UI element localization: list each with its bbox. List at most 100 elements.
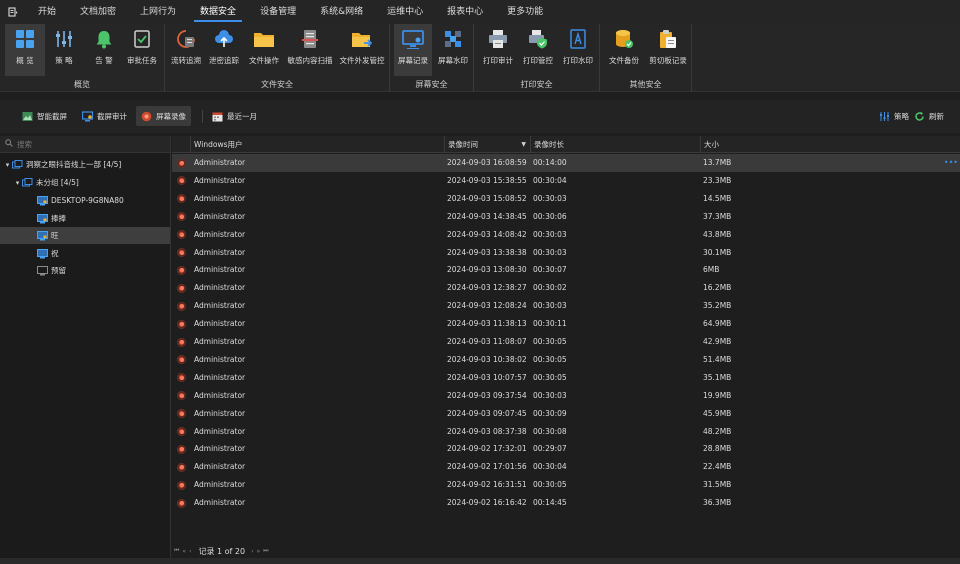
flow-trace-button[interactable]: 流转追溯 [167,24,205,76]
last-page-icon[interactable]: ⏭ [263,547,268,555]
pager: ⏮ « ‹ 记录 1 of 20 › » ⏭ [172,544,960,558]
cell-duration: 00:30:11 [533,319,567,329]
menu-data-security[interactable]: 数据安全 [188,0,248,24]
tree-node-computer[interactable]: DESKTOP-9G8NA80 [0,192,170,209]
cell-time: 2024-09-03 11:08:07 [447,337,527,346]
clipboard-record-button[interactable]: 剪切板记录 [646,24,690,76]
cell-size: 30.1MB [703,247,732,257]
column-header-duration[interactable]: 录像时长 [530,136,700,153]
sensitive-content-scan-button[interactable]: 敏感内容扫描 [283,24,337,76]
next-fast-icon[interactable]: » [257,548,261,555]
app-menu-icon[interactable] [0,0,26,24]
record-icon [177,230,186,240]
menu-system-network[interactable]: 系统&网络 [308,0,375,24]
table-row[interactable]: Administrator 2024-09-02 16:31:51 00:30:05… [172,476,960,494]
column-header-time[interactable]: 录像时间 ▼ [444,136,530,153]
leak-tracking-button[interactable]: 泄密追踪 [205,24,243,76]
ribbon-group-label: 文件安全 [261,80,293,89]
cell-duration: 00:30:09 [533,408,567,418]
cell-size: 51.4MB [703,354,732,364]
date-range-button[interactable]: 最近一月 [207,106,262,126]
menu-more-functions[interactable]: 更多功能 [495,0,555,24]
screen-watermark-button[interactable]: 屏幕水印 [434,24,472,76]
file-operation-button[interactable]: 文件操作 [245,24,283,76]
overview-button[interactable]: 概 览 [5,24,45,76]
tree-node-ungrouped[interactable]: ▾ 未分组 [4/5] [0,174,170,191]
table-row[interactable]: Administrator 2024-09-02 17:32:01 00:29:07… [172,440,960,458]
screen-record-button[interactable]: 屏幕记录 [394,24,432,76]
tree-node-department[interactable]: ▾ 洞察之眼抖音线上一部 [4/5] [0,156,170,173]
cell-time: 2024-09-03 09:37:54 [447,390,527,400]
refresh-button[interactable]: 刷新 [909,106,949,126]
table-row[interactable]: Administrator 2024-09-03 16:08:59 00:14:00… [172,154,960,172]
file-backup-button[interactable]: 文件备份 [604,24,644,76]
cell-size: 23.3MB [703,175,732,185]
ribbon-group-label: 屏幕安全 [415,80,448,89]
table-row[interactable]: Administrator 2024-09-03 14:38:45 00:30:06… [172,208,960,226]
alert-button[interactable]: 告 警 [86,24,122,76]
menu-web-behavior[interactable]: 上网行为 [128,0,188,24]
chevron-down-icon[interactable]: ▾ [13,179,22,187]
more-options-icon[interactable]: ••• [944,154,958,172]
cell-user: Administrator [194,354,246,364]
tree-node-computer[interactable]: 祝 [0,245,170,262]
record-icon [177,480,186,490]
tree-node-computer-offline[interactable]: 预留 [0,262,170,279]
policy-button[interactable]: 策 略 [46,24,82,76]
menu-report-center[interactable]: 报表中心 [435,0,495,24]
policy-toolbar-button[interactable]: 策略 [874,106,914,126]
menu-start[interactable]: 开始 [26,0,68,24]
table-row[interactable]: Administrator 2024-09-03 13:38:38 00:30:03… [172,244,960,262]
table-row[interactable]: Administrator 2024-09-03 13:08:30 00:30:07… [172,261,960,279]
tree-node-computer-selected[interactable]: 旺 [0,227,170,244]
menu-doc-encryption[interactable]: 文档加密 [68,0,128,24]
cell-time: 2024-09-03 16:08:59 [447,158,527,167]
column-header-user[interactable]: Windows用户 [190,136,444,153]
table-row[interactable]: Administrator 2024-09-03 12:08:24 00:30:03… [172,297,960,315]
table-row[interactable]: Administrator 2024-09-03 10:07:57 00:30:05… [172,369,960,387]
computer-online-icon [37,248,48,259]
cell-size: 16.2MB [703,283,732,293]
computer-online-icon [37,195,48,206]
smart-capture-button[interactable]: 智能截屏 [17,106,72,126]
cell-time: 2024-09-03 14:08:42 [447,229,527,239]
screen-recording-button[interactable]: 屏幕录像 [136,106,191,126]
first-page-icon[interactable]: ⏮ [174,547,179,555]
toolbar: 智能截屏 截屏审计 屏幕录像 最近一月 策略 刷新 [0,100,960,133]
approval-tasks-button[interactable]: 审批任务 [122,24,162,76]
file-outbound-control-button[interactable]: 文件外发管控 [337,24,387,76]
status-bar [0,558,960,564]
print-watermark-button[interactable]: 打印水印 [558,24,598,76]
prev-fast-icon[interactable]: « [182,548,186,555]
menu-ops-center[interactable]: 运维中心 [375,0,435,24]
menu-device-management[interactable]: 设备管理 [248,0,308,24]
cell-user: Administrator [194,158,246,167]
table-row[interactable]: Administrator 2024-09-03 15:38:55 00:30:04… [172,172,960,190]
table-row[interactable]: Administrator 2024-09-03 14:08:42 00:30:03… [172,226,960,244]
document-a-icon [567,28,589,50]
prev-page-icon[interactable]: ‹ [189,548,191,555]
computer-offline-icon [37,265,48,276]
tree-node-computer[interactable]: 捧捧 [0,210,170,227]
table-row[interactable]: Administrator 2024-09-03 09:07:45 00:30:09… [172,405,960,423]
ribbon-group-label: 其他安全 [629,80,662,89]
print-audit-button[interactable]: 打印审计 [478,24,518,76]
table-row[interactable]: Administrator 2024-09-03 10:38:02 00:30:05… [172,351,960,369]
chevron-down-icon[interactable]: ▾ [3,161,12,169]
tree-search-input[interactable] [17,139,147,149]
table-row[interactable]: Administrator 2024-09-02 16:16:42 00:14:45… [172,494,960,512]
table-row[interactable]: Administrator 2024-09-03 09:37:54 00:30:03… [172,387,960,405]
table-row[interactable]: Administrator 2024-09-03 11:38:13 00:30:11… [172,315,960,333]
print-control-button[interactable]: 打印管控 [518,24,558,76]
table-row[interactable]: Administrator 2024-09-02 17:01:56 00:30:04… [172,458,960,476]
capture-audit-button[interactable]: 截屏审计 [77,106,132,126]
column-header-size[interactable]: 大小 [700,136,950,153]
record-icon [177,283,186,293]
table-row[interactable]: Administrator 2024-09-03 15:08:52 00:30:03… [172,190,960,208]
table-row[interactable]: Administrator 2024-09-03 08:37:38 00:30:08… [172,423,960,441]
record-icon [177,498,186,508]
table-row[interactable]: Administrator 2024-09-03 11:08:07 00:30:05… [172,333,960,351]
table-row[interactable]: Administrator 2024-09-03 12:38:27 00:30:02… [172,279,960,297]
cell-time: 2024-09-03 15:38:55 [447,175,527,185]
next-page-icon[interactable]: › [251,548,253,555]
